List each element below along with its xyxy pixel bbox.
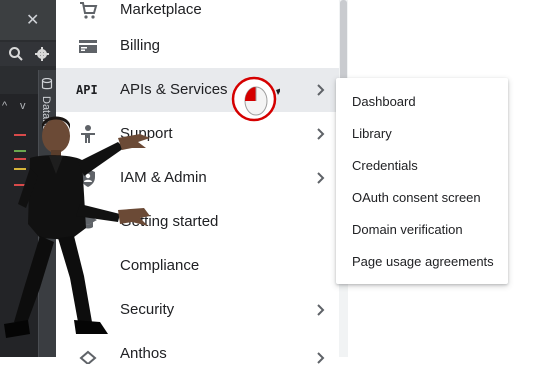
menu-item-apis-services[interactable]: API APIs & Services [56,68,339,112]
submenu-item-label: Library [352,126,392,141]
submenu-item-oauth-consent-screen[interactable]: OAuth consent screen [336,182,508,214]
gear-icon[interactable] [34,46,50,62]
close-icon[interactable]: ✕ [26,13,40,29]
api-icon: API [76,83,98,97]
submenu-item-label: Dashboard [352,94,416,109]
menu-item-label: Marketplace [120,1,202,18]
menu-item-billing[interactable]: Billing [56,24,339,68]
submenu-item-library[interactable]: Library [336,118,508,150]
menu-item-label: Billing [120,37,161,54]
apis-services-submenu: Dashboard Library Credentials OAuth cons… [336,78,508,284]
chevron-right-icon [317,128,325,140]
submenu-item-label: OAuth consent screen [352,190,481,205]
submenu-item-credentials[interactable]: Credentials [336,150,508,182]
chevron-right-icon [317,352,325,364]
menu-item-label: APIs & Services [120,81,228,98]
submenu-item-label: Domain verification [352,222,463,237]
submenu-item-domain-verification[interactable]: Domain verification [336,214,508,246]
chevron-right-icon [317,84,325,96]
submenu-item-dashboard[interactable]: Dashboard [336,86,508,118]
submenu-item-page-usage-agreements[interactable]: Page usage agreements [336,246,508,278]
chevron-right-icon [317,172,325,184]
submenu-item-label: Page usage agreements [352,254,494,269]
search-icon[interactable] [8,46,24,62]
scrollbar-thumb[interactable] [340,0,347,84]
chevron-right-icon [317,304,325,316]
billing-icon [79,40,97,53]
mouse-click-indicator-icon [231,76,280,122]
database-icon [41,78,53,90]
cart-icon [80,1,98,19]
submenu-item-label: Credentials [352,158,418,173]
dancing-man-sticker [4,116,150,338]
